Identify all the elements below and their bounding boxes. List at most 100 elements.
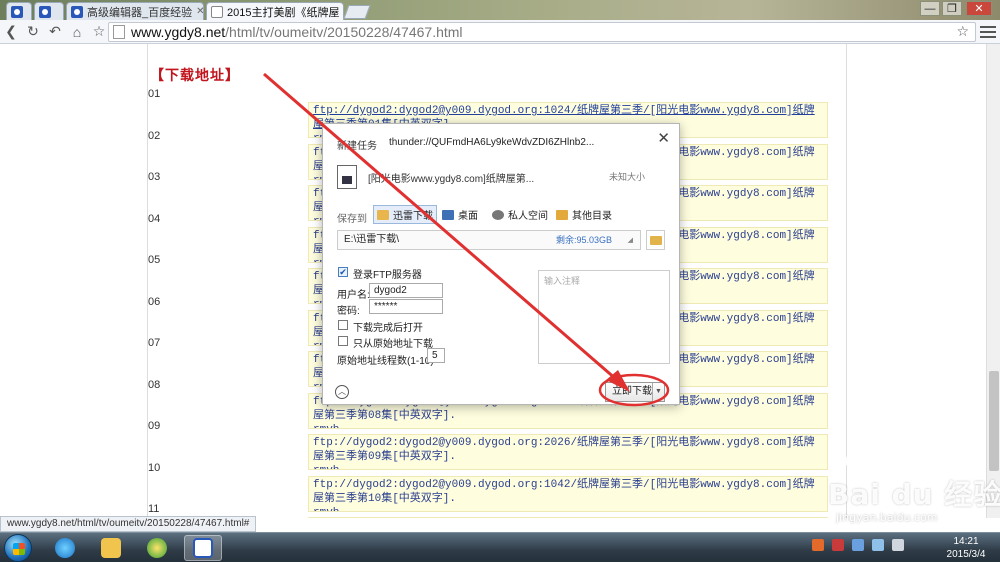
ftp-login-label: 登录FTP服务器 bbox=[353, 270, 422, 281]
file-name[interactable]: [阳光电影www.ygdy8.com]纸牌屋第... bbox=[368, 170, 534, 185]
tray-flag-icon[interactable] bbox=[892, 539, 904, 551]
chevron-up-icon: ︿ bbox=[338, 387, 346, 396]
episode-link-box: ftp://dygod2:dygod2@y009.dygod.org:2027/… bbox=[308, 517, 828, 518]
episode-link-box: ftp://dygod2:dygod2@y009.dygod.org:2026/… bbox=[308, 434, 828, 470]
bookmark-button[interactable]: ☆ bbox=[88, 21, 110, 43]
dialog-title: 新建任务 bbox=[337, 141, 377, 152]
file-icon bbox=[337, 165, 357, 189]
open-after-label: 下载完成后打开 bbox=[353, 323, 423, 334]
taskbar-baidu[interactable] bbox=[184, 535, 222, 561]
page-icon bbox=[113, 25, 125, 39]
thunder-folder-icon bbox=[377, 209, 389, 220]
episode-ftp-link-ext[interactable]: rmvb bbox=[313, 423, 823, 428]
undo-icon: ↶ bbox=[49, 23, 61, 39]
tab-baidu-2[interactable] bbox=[34, 2, 64, 20]
address-host: www.ygdy8.net bbox=[131, 24, 226, 40]
location-thunder-download[interactable]: 迅雷下载 bbox=[373, 205, 437, 224]
episode-number: 07 bbox=[148, 337, 161, 349]
refresh-icon: ↻ bbox=[27, 23, 39, 39]
collapse-options-button[interactable]: ︿ bbox=[335, 385, 349, 399]
new-task-dialog: 新建任务 thunder://QUFmdHA6Ly9keWdvZDI6ZHlnb… bbox=[322, 123, 680, 405]
tray-security-icon[interactable] bbox=[832, 539, 844, 551]
windows-logo-icon bbox=[13, 543, 25, 555]
baidu-icon bbox=[193, 538, 213, 558]
username-field[interactable]: dygod2 bbox=[369, 283, 443, 298]
episode-ftp-link-ext[interactable]: rmvb bbox=[313, 464, 823, 469]
desktop-icon bbox=[442, 209, 454, 220]
free-space: 剩余:95.03GB bbox=[555, 235, 612, 245]
new-tab-button[interactable] bbox=[343, 5, 371, 19]
tab-strip: 高级编辑器_百度经验 ✕ 2015主打美剧《纸牌屋 第 — ❐ ✕ bbox=[0, 0, 1000, 20]
download-section-title: 【下载地址】 bbox=[150, 67, 240, 83]
taskbar-clock[interactable]: 14:21 2015/3/4 bbox=[936, 535, 996, 561]
episode-ftp-link[interactable]: ftp://dygod2:dygod2@y009.dygod.org:2026/… bbox=[313, 436, 823, 464]
status-url-tooltip: www.ygdy8.net/html/tv/oumeitv/20150228/4… bbox=[0, 516, 257, 532]
back-button[interactable]: ❮ bbox=[0, 21, 22, 43]
baidu-paw-icon bbox=[71, 5, 83, 18]
username-label: 用户名: bbox=[337, 290, 370, 301]
taskbar: 14:21 2015/3/4 bbox=[0, 532, 1000, 562]
episode-number: 04 bbox=[148, 212, 161, 225]
folder-icon bbox=[101, 538, 121, 558]
episode-number: 06 bbox=[148, 295, 161, 308]
star-icon: ☆ bbox=[92, 23, 106, 39]
episode-number: 03 bbox=[148, 171, 161, 183]
threads-field[interactable]: 5 bbox=[427, 348, 445, 363]
document-icon bbox=[211, 5, 223, 18]
minimize-button[interactable]: — bbox=[920, 1, 940, 16]
close-icon[interactable]: ✕ bbox=[657, 129, 670, 147]
browse-folder-button[interactable] bbox=[646, 230, 665, 250]
tray-network-icon[interactable] bbox=[852, 539, 864, 551]
ie-icon bbox=[55, 538, 75, 558]
system-tray bbox=[812, 539, 904, 551]
tray-volume-icon[interactable] bbox=[872, 539, 884, 551]
origin-only-checkbox[interactable] bbox=[338, 336, 348, 346]
clock-time: 14:21 bbox=[953, 536, 979, 547]
tab-editor[interactable]: 高级编辑器_百度经验 ✕ bbox=[66, 2, 204, 20]
tab-label: 2015主打美剧《纸牌屋 第 bbox=[227, 6, 344, 19]
location-desktop[interactable]: 桌面 bbox=[439, 205, 481, 224]
back-arrow-icon: ❮ bbox=[5, 23, 17, 39]
location-private-space[interactable]: 私人空间 bbox=[489, 205, 551, 224]
baidu-paw-icon bbox=[39, 5, 51, 18]
download-now-button[interactable]: 立即下载 ▼ bbox=[605, 382, 665, 402]
tray-app-icon[interactable] bbox=[812, 539, 824, 551]
episode-number: 11 bbox=[148, 503, 160, 515]
episode-ftp-link[interactable]: ftp://dygod2:dygod2@y009.dygod.org:1042/… bbox=[313, 478, 823, 506]
ftp-login-checkbox[interactable]: ✔ bbox=[338, 267, 348, 277]
tab-active-page[interactable]: 2015主打美剧《纸牌屋 第 bbox=[206, 2, 344, 20]
browser-toolbar: ❮ ↻ ↶ ⌂ ☆ www.ygdy8.net/html/tv/oumeitv/… bbox=[0, 20, 1000, 44]
taskbar-thunder[interactable] bbox=[138, 535, 176, 561]
chevron-down-icon[interactable]: ▼ bbox=[652, 383, 664, 401]
refresh-button[interactable]: ↻ bbox=[22, 21, 44, 43]
location-other-dir[interactable]: 其他目录 bbox=[553, 205, 615, 224]
window-close-button[interactable]: ✕ bbox=[966, 1, 992, 16]
notes-textarea[interactable]: 输入注释 bbox=[538, 270, 670, 364]
address-bar[interactable]: www.ygdy8.net/html/tv/oumeitv/20150228/4… bbox=[108, 22, 976, 42]
episode-ftp-link-ext[interactable]: rmvb bbox=[313, 506, 823, 511]
episode-number: 10 bbox=[148, 461, 161, 474]
close-icon[interactable]: ✕ bbox=[192, 6, 203, 17]
home-button[interactable]: ⌂ bbox=[66, 21, 88, 43]
save-path-input[interactable]: E:\迅雷下载\ 剩余:95.03GB ◢ bbox=[337, 230, 641, 250]
tab-baidu-1[interactable] bbox=[6, 2, 32, 20]
scrollbar-thumb[interactable] bbox=[989, 371, 999, 471]
thunder-icon bbox=[147, 538, 167, 558]
password-field[interactable]: ****** bbox=[369, 299, 443, 314]
private-space-icon bbox=[492, 209, 504, 220]
address-path: /html/tv/oumeitv/20150228/47467.html bbox=[225, 24, 463, 40]
task-url: thunder://QUFmdHA6Ly9keWdvZDI6ZHlnb2... bbox=[389, 137, 595, 148]
password-label: 密码: bbox=[337, 306, 360, 317]
taskbar-explorer[interactable] bbox=[92, 535, 130, 561]
start-button[interactable] bbox=[4, 534, 32, 562]
maximize-button[interactable]: ❐ bbox=[942, 1, 962, 16]
page-scrollbar[interactable] bbox=[986, 44, 1000, 518]
menu-button[interactable] bbox=[980, 22, 996, 42]
episode-number: 05 bbox=[148, 254, 161, 266]
taskbar-ie[interactable] bbox=[46, 535, 84, 561]
other-folder-icon bbox=[556, 209, 568, 220]
undo-button[interactable]: ↶ bbox=[44, 21, 66, 43]
dropdown-caret-icon[interactable]: ◢ bbox=[628, 236, 633, 246]
favorite-star-icon[interactable]: ☆ bbox=[956, 23, 969, 40]
open-after-checkbox[interactable] bbox=[338, 320, 348, 330]
